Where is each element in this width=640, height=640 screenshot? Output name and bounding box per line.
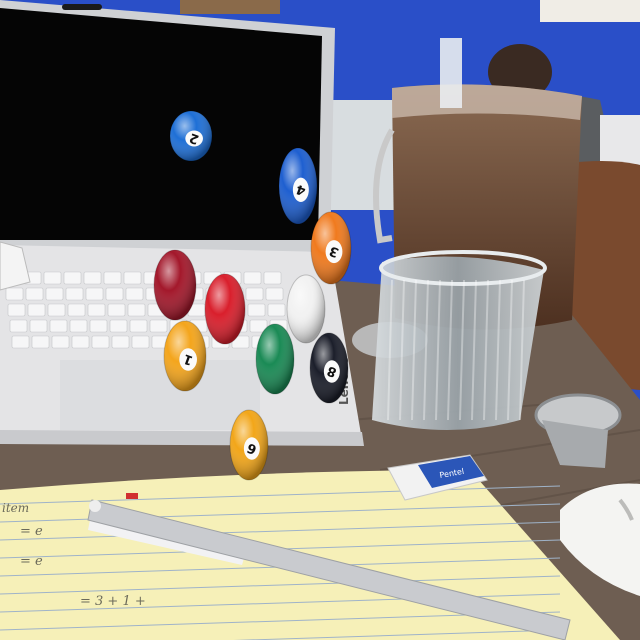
keyboard-key	[9, 319, 28, 333]
billiard-ball-floating-4: 1	[163, 320, 207, 392]
keyboard-key	[63, 271, 82, 285]
seat-right	[600, 115, 640, 165]
keyboard-key	[131, 335, 150, 349]
keyboard-key	[247, 303, 266, 317]
keyboard-key	[107, 303, 126, 317]
keyboard-key	[267, 303, 286, 317]
laptop-screen	[0, 8, 322, 240]
keyboard-key	[85, 287, 104, 301]
keyboard-key	[123, 271, 142, 285]
keyboard-key	[31, 335, 50, 349]
billiard-ball-screen-1: 4	[278, 147, 318, 225]
keyboard-key	[67, 303, 86, 317]
billiard-ball-floating-1	[153, 249, 197, 321]
keyboard-key	[45, 287, 64, 301]
keyboard-key	[27, 303, 46, 317]
picture-frame	[540, 0, 640, 22]
notepad-text-4: = 3 + 1 +	[80, 594, 146, 609]
billiard-ball-floating-3	[286, 274, 326, 344]
billiard-ball-screen-0: 2	[169, 110, 213, 162]
keyboard-key	[111, 335, 130, 349]
keyboard-key	[103, 271, 122, 285]
straw	[440, 38, 462, 108]
keyboard-key	[89, 319, 108, 333]
photo-scene: Lenovo item = e = e = 3 + 1 + Pentel 243…	[0, 0, 640, 640]
billiard-ball-floating-0: 3	[310, 211, 352, 285]
keyboard-key	[125, 287, 144, 301]
notepad-text-1: item	[2, 501, 29, 515]
keyboard-key	[129, 319, 148, 333]
keyboard-key	[91, 335, 110, 349]
wooden-frame	[180, 0, 280, 14]
billiard-ball-floating-2	[204, 273, 246, 345]
keyboard-key	[127, 303, 146, 317]
keyboard-key	[43, 271, 62, 285]
keyboard-key	[29, 319, 48, 333]
keyboard-key	[83, 271, 102, 285]
keyboard-key	[265, 287, 284, 301]
keyboard-key	[243, 271, 262, 285]
billiard-ball-floating-7: 6	[229, 409, 269, 481]
keyboard-key	[109, 319, 128, 333]
keyboard-key	[5, 287, 24, 301]
keyboard-key	[65, 287, 84, 301]
keyboard-key	[149, 319, 168, 333]
notepad-text-2: = e	[20, 524, 43, 539]
keyboard-key	[263, 271, 282, 285]
keyboard-key	[71, 335, 90, 349]
keyboard-key	[47, 303, 66, 317]
billiard-ball-floating-6: 8	[309, 332, 349, 404]
keyboard-key	[51, 335, 70, 349]
touchpad	[60, 360, 260, 430]
keyboard-key	[245, 287, 264, 301]
billiard-ball-floating-5	[255, 323, 295, 395]
pen-red-slider	[126, 493, 138, 499]
keyboard-key	[105, 287, 124, 301]
booth-back	[330, 100, 400, 210]
webcam	[62, 4, 102, 10]
keyboard-key	[87, 303, 106, 317]
keyboard-key	[7, 303, 26, 317]
notepad-text-3: = e	[20, 554, 43, 569]
keyboard-key	[69, 319, 88, 333]
keyboard-key	[25, 287, 44, 301]
keyboard-key	[49, 319, 68, 333]
keyboard-key	[11, 335, 30, 349]
pen-tip	[89, 500, 101, 512]
laptop-front-edge	[0, 430, 364, 446]
